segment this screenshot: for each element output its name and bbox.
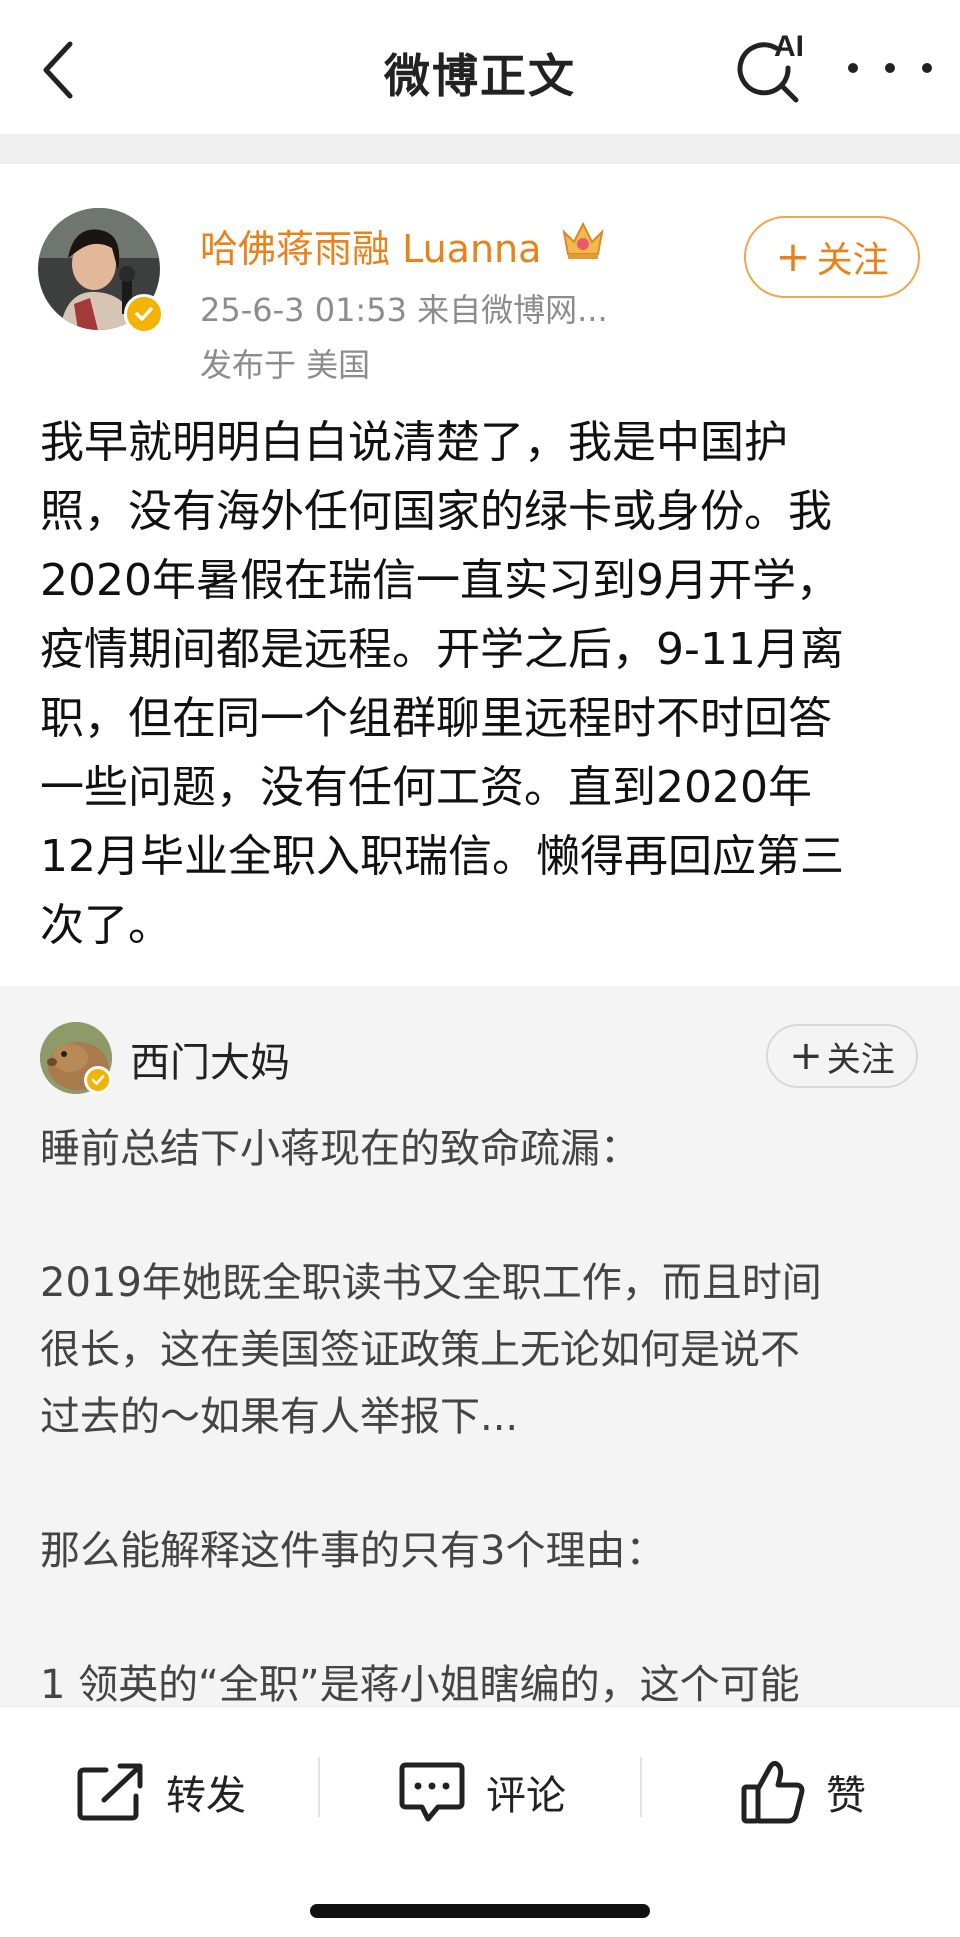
- divider: [318, 1757, 320, 1817]
- top-nav-bar: 微博正文 AI: [0, 0, 960, 134]
- quoted-text-line: [40, 1183, 930, 1250]
- verified-badge-icon: [124, 294, 164, 334]
- quoted-follow-button[interactable]: + 关注: [766, 1024, 918, 1088]
- quoted-text-line: 1 领英的“全职”是蒋小姐瞎编的，这个可能: [40, 1662, 800, 1706]
- post-timestamp-source: 25-6-3 01:53 来自微博网...: [200, 291, 608, 329]
- follow-label: 关注: [826, 1039, 895, 1080]
- ai-search-button[interactable]: AI: [730, 30, 810, 110]
- comment-icon: [399, 1762, 465, 1822]
- quoted-text-line: [40, 1451, 930, 1518]
- post-text-line: 2020年暑假在瑞信一直实习到9月开学，: [40, 555, 840, 606]
- plus-icon: +: [775, 232, 811, 281]
- repost-label: 转发: [166, 1773, 246, 1819]
- quoted-text-line: [40, 1585, 930, 1652]
- post-text-line: 职，但在同一个组群聊里远程时不时回答: [40, 693, 832, 744]
- follow-label: 关注: [816, 240, 889, 281]
- comment-label: 评论: [486, 1773, 566, 1819]
- follow-button[interactable]: + 关注: [744, 216, 920, 298]
- more-button[interactable]: [848, 48, 932, 88]
- quoted-text-line: 很长，这在美国签证政策上无论如何是说不: [40, 1327, 800, 1373]
- post-text-line: 疫情期间都是远程。开学之后，9-11月离: [40, 624, 844, 675]
- post-text-line: 次了。: [40, 900, 172, 951]
- post-text: 我早就明明白白说清楚了，我是中国护 照，没有海外任何国家的绿卡或身份。我 202…: [40, 408, 930, 960]
- quoted-author-name[interactable]: 西门大妈: [130, 1030, 290, 1088]
- quoted-post-text: 睡前总结下小蒋现在的致命疏漏： 2019年她既全职读书又全职工作，而且时间 很长…: [40, 1116, 930, 1706]
- divider: [640, 1757, 642, 1817]
- comment-button[interactable]: 评论: [398, 1757, 566, 1827]
- home-indicator[interactable]: [310, 1904, 650, 1918]
- bottom-action-bar: 转发 评论 赞: [0, 1706, 960, 1866]
- header-separator: [0, 134, 960, 164]
- post-text-line: 一些问题，没有任何工资。直到2020年: [40, 762, 812, 813]
- quoted-text-line: 2019年她既全职读书又全职工作，而且时间: [40, 1260, 822, 1306]
- more-horizontal-icon: [848, 63, 858, 73]
- plus-icon: +: [789, 1033, 823, 1079]
- thumbs-up-icon: [741, 1760, 805, 1824]
- quoted-text-line: 过去的～如果有人举报下...: [40, 1394, 519, 1440]
- author-name[interactable]: 哈佛蒋雨融 Luanna: [200, 218, 541, 273]
- post-text-line: 我早就明明白白说清楚了，我是中国护: [40, 417, 788, 468]
- ai-label: AI: [774, 30, 804, 63]
- post-location: 发布于 美国: [200, 346, 371, 384]
- quoted-post[interactable]: 西门大妈 + 关注 睡前总结下小蒋现在的致命疏漏： 2019年她既全职读书又全职…: [0, 986, 960, 1706]
- page-title: 微博正文: [384, 49, 576, 103]
- quoted-text-line: 那么能解释这件事的只有3个理由：: [40, 1528, 666, 1574]
- like-button[interactable]: 赞: [740, 1757, 866, 1827]
- post-text-line: 照，没有海外任何国家的绿卡或身份。我: [40, 486, 832, 537]
- verified-badge-icon: [84, 1066, 112, 1094]
- post-text-line: 12月毕业全职入职瑞信。懒得再回应第三: [40, 831, 844, 882]
- quoted-text-line: 睡前总结下小蒋现在的致命疏漏：: [40, 1126, 640, 1172]
- like-label: 赞: [826, 1773, 866, 1819]
- crown-icon: [560, 218, 606, 262]
- repost-icon: [77, 1763, 143, 1821]
- repost-button[interactable]: 转发: [76, 1757, 246, 1827]
